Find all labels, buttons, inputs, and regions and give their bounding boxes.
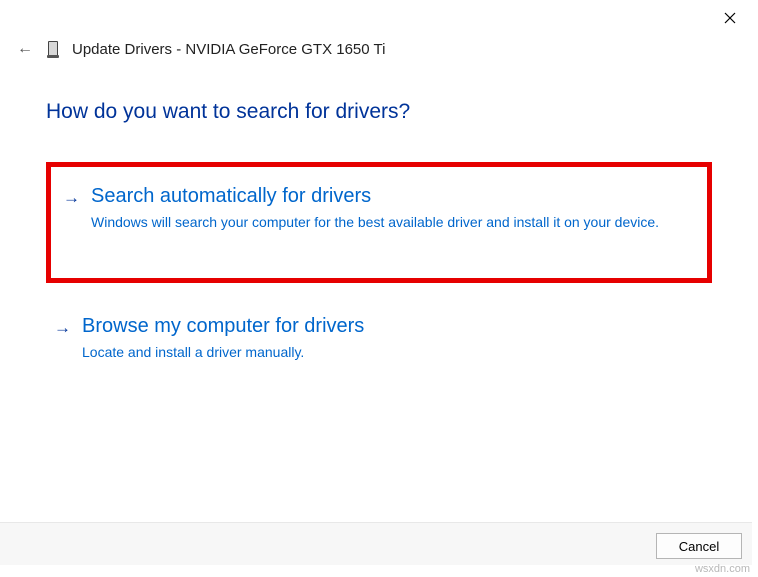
window-title: Update Drivers - NVIDIA GeForce GTX 1650… [72,41,385,58]
close-button[interactable] [720,8,740,28]
arrow-right-icon: → [54,315,72,341]
back-button[interactable]: ← [16,40,34,58]
close-icon [724,12,736,24]
option-body: Search automatically for drivers Windows… [91,185,695,232]
option-title: Browse my computer for drivers [82,315,704,338]
option-browse-computer[interactable]: → Browse my computer for drivers Locate … [46,303,712,380]
main-content: How do you want to search for drivers? →… [46,100,712,381]
option-search-automatically[interactable]: → Search automatically for drivers Windo… [55,173,703,250]
option-title: Search automatically for drivers [91,185,695,208]
page-question: How do you want to search for drivers? [46,100,712,124]
option-body: Browse my computer for drivers Locate an… [82,315,704,362]
watermark: wsxdn.com [695,563,750,575]
highlighted-option: → Search automatically for drivers Windo… [46,162,712,283]
header: ← Update Drivers - NVIDIA GeForce GTX 16… [16,40,742,58]
arrow-right-icon: → [63,185,81,211]
cancel-button[interactable]: Cancel [656,533,742,559]
option-desc: Windows will search your computer for th… [91,212,695,232]
footer: Cancel [0,522,752,565]
device-icon [48,41,58,57]
option-desc: Locate and install a driver manually. [82,342,704,362]
